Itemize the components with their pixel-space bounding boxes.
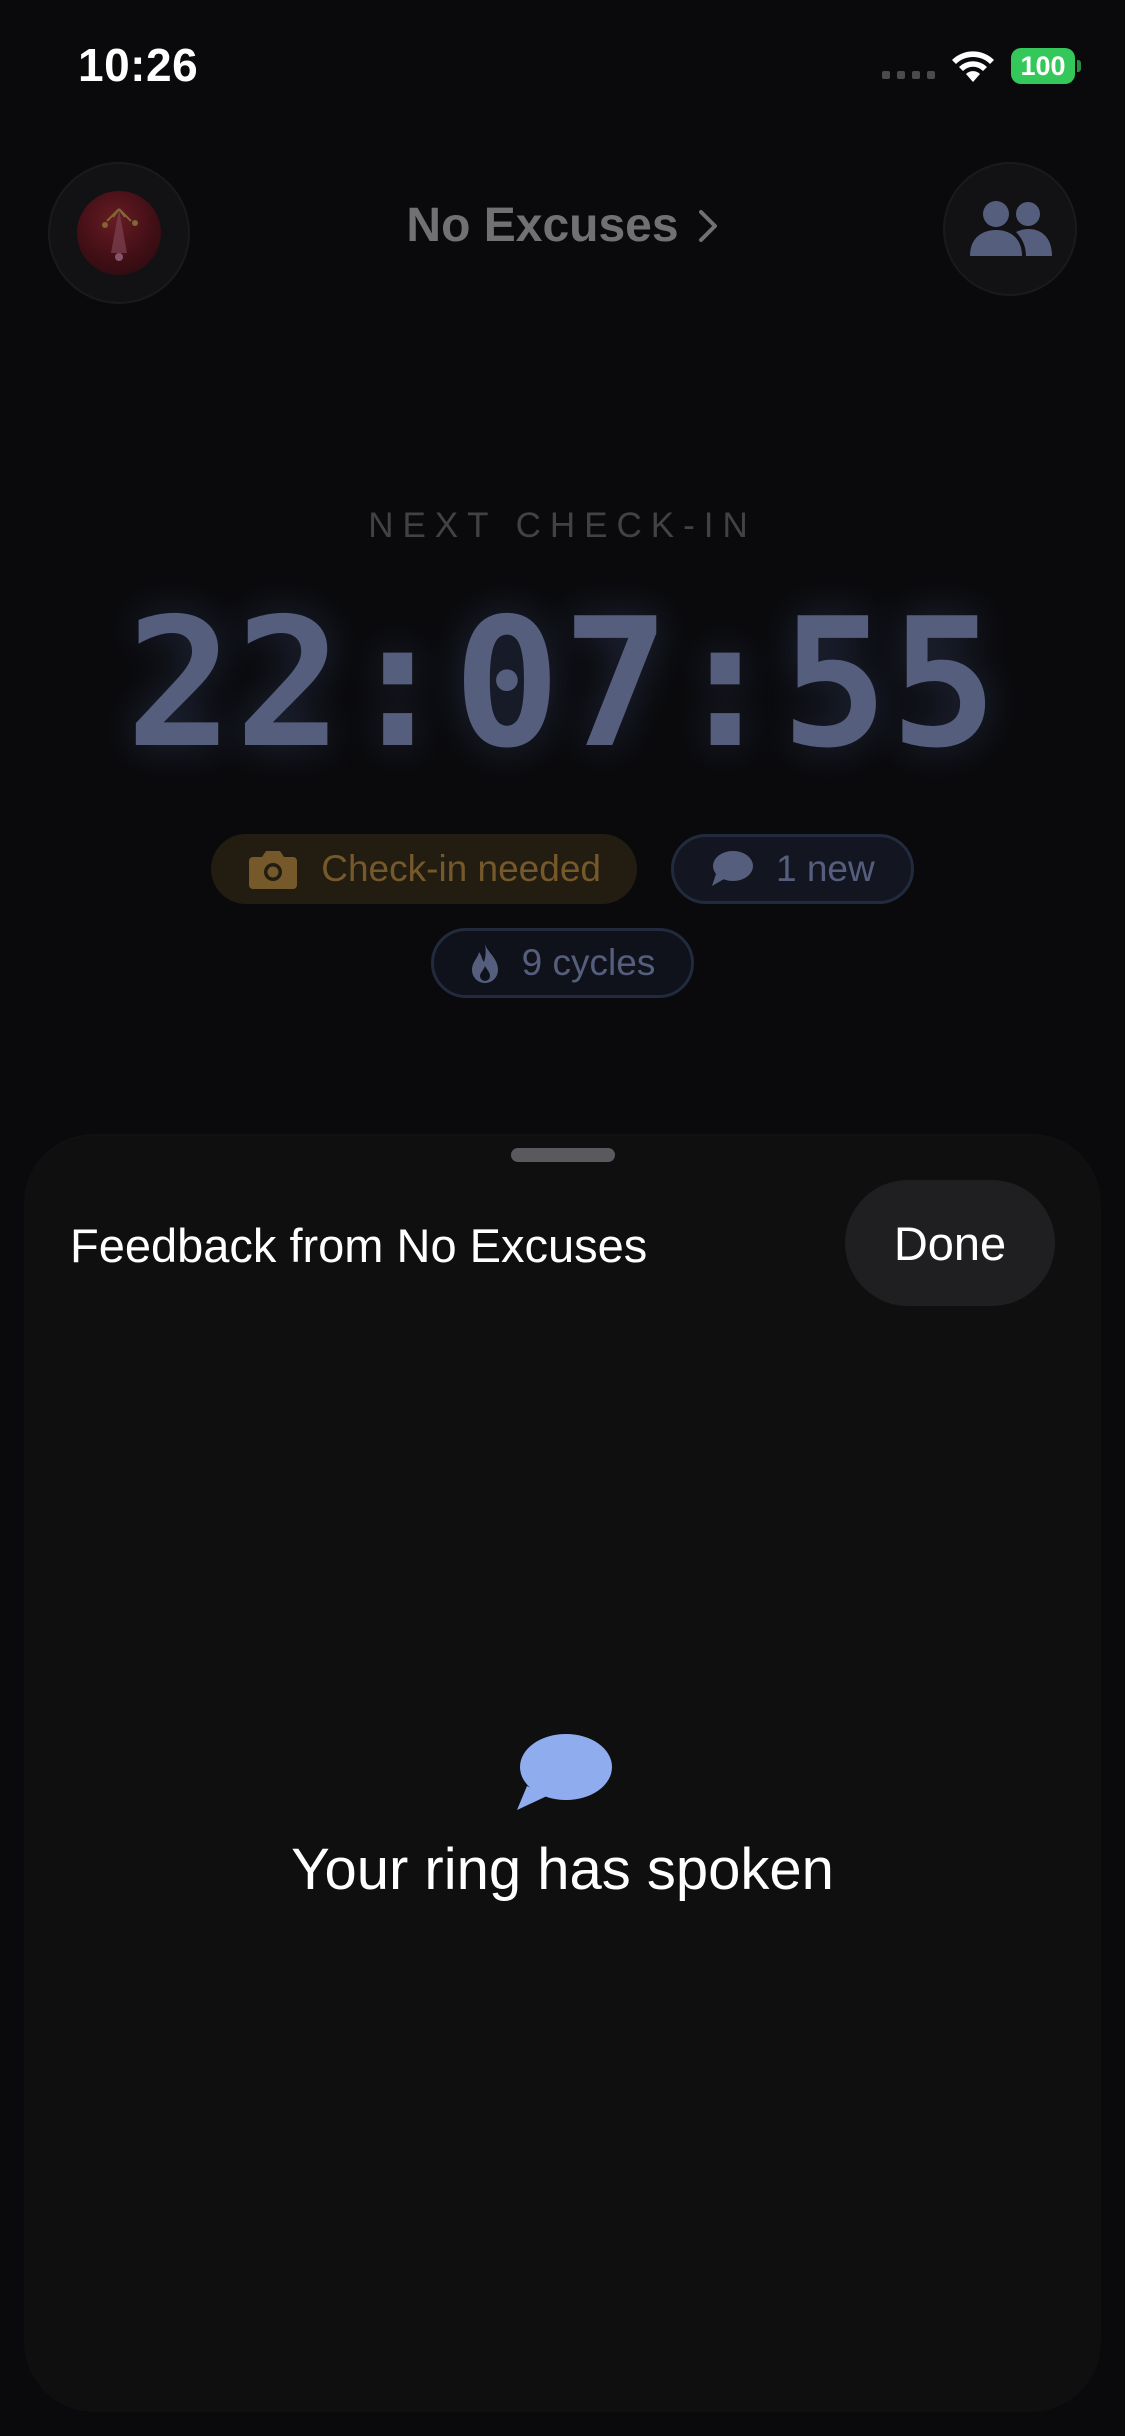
empty-state-message: Your ring has spoken — [291, 1837, 834, 1902]
checkin-needed-chip[interactable]: Check-in needed — [211, 834, 637, 904]
feedback-sheet: Feedback from No Excuses Done Your ring … — [24, 1136, 1101, 2412]
screen: 10:26 100 No Excuses NEXT CHECK-IN 22:07… — [0, 0, 1125, 2436]
chat-bubble-icon — [712, 851, 753, 886]
countdown-timer: 22:07:55 — [125, 580, 1000, 787]
status-chips-row2: 9 cycles — [0, 928, 1125, 998]
new-messages-chip[interactable]: 1 new — [671, 834, 914, 904]
cycles-label: 9 cycles — [521, 942, 656, 983]
flame-icon — [471, 944, 498, 983]
checkin-chip-label: Check-in needed — [321, 848, 601, 889]
chevron-right-icon — [698, 209, 717, 242]
status-chips: Check-in needed 1 new — [0, 834, 1125, 904]
camera-icon — [249, 851, 298, 889]
members-button[interactable] — [943, 162, 1077, 296]
done-button[interactable]: Done — [845, 1180, 1055, 1306]
group-icon — [970, 201, 1052, 256]
new-messages-label: 1 new — [776, 848, 875, 889]
cycles-chip[interactable]: 9 cycles — [430, 928, 695, 998]
group-name: No Excuses — [406, 199, 679, 252]
sheet-title: Feedback from No Excuses — [70, 1219, 648, 1272]
empty-state: Your ring has spoken — [24, 1730, 1101, 1903]
sheet-grabber[interactable] — [510, 1148, 615, 1162]
chat-bubble-icon — [516, 1734, 612, 1810]
next-checkin-label: NEXT CHECK-IN — [368, 506, 757, 545]
